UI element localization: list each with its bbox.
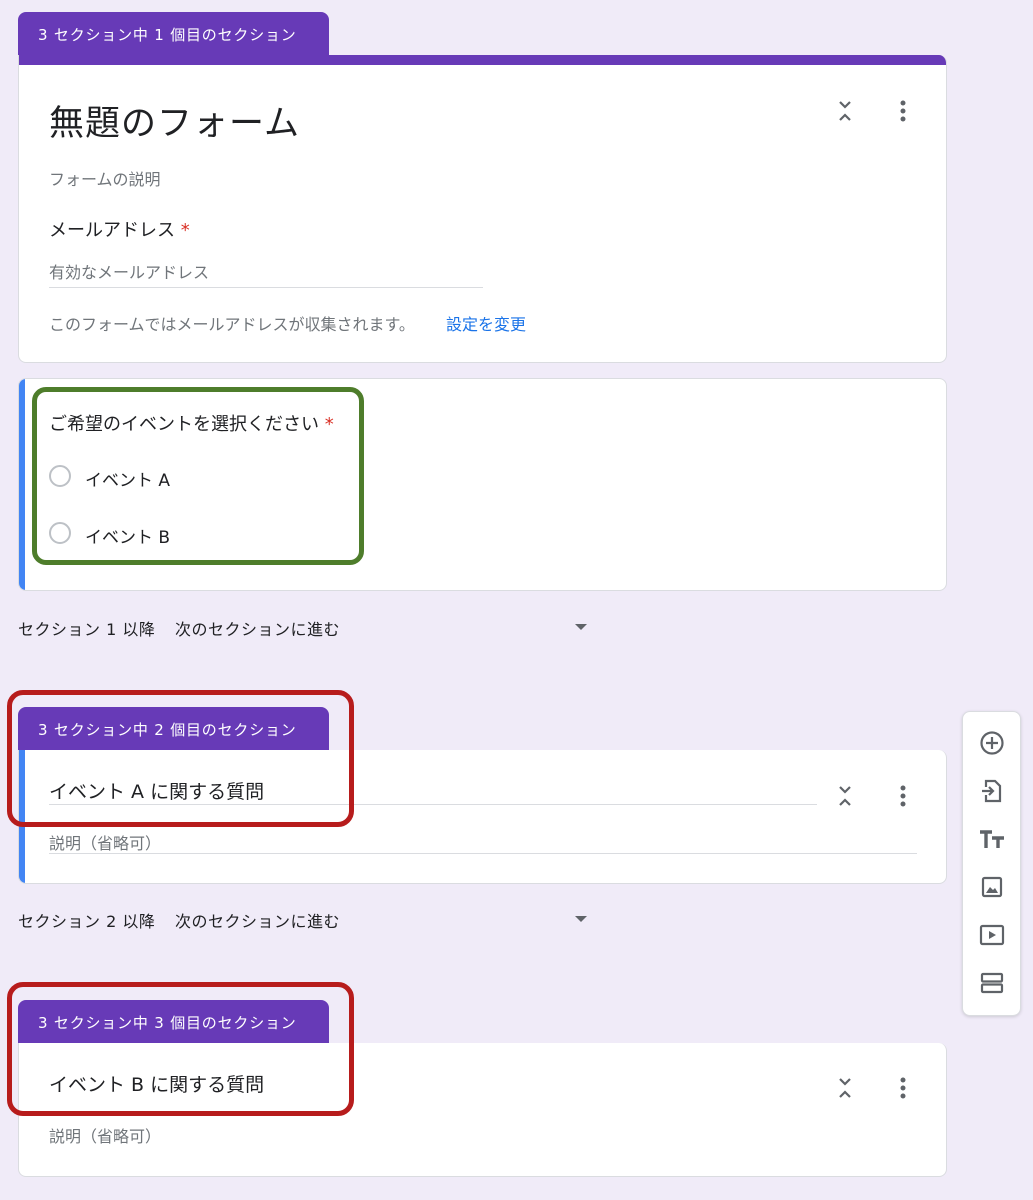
add-video-button[interactable] bbox=[978, 921, 1006, 949]
collapse-icon bbox=[839, 786, 851, 806]
form-title[interactable]: 無題のフォーム bbox=[49, 95, 300, 146]
section-1-tab: 3 セクション中 1 個目のセクション bbox=[18, 12, 329, 57]
section-3-highlight-box bbox=[7, 982, 354, 1116]
theme-color-bar bbox=[19, 55, 946, 65]
floating-toolbar bbox=[962, 711, 1021, 1016]
change-settings-link[interactable]: 設定を変更 bbox=[446, 311, 526, 335]
email-input[interactable]: 有効なメールアドレス bbox=[49, 259, 209, 283]
form-description-input[interactable]: フォームの説明 bbox=[49, 166, 161, 190]
after-section-1-label: セクション 1 以降 bbox=[18, 620, 156, 639]
add-question-button[interactable] bbox=[978, 729, 1006, 757]
after-section-2-label: セクション 2 以降 bbox=[18, 912, 156, 931]
add-title-icon bbox=[980, 830, 1004, 848]
section-1-tab-label: 3 セクション中 1 個目のセクション bbox=[38, 26, 297, 44]
dropdown-arrow-icon[interactable] bbox=[575, 916, 587, 922]
import-questions-button[interactable] bbox=[978, 777, 1006, 805]
after-section-1-value: 次のセクションに進む bbox=[174, 620, 340, 639]
more-vert-icon bbox=[900, 1077, 906, 1099]
add-question-icon bbox=[980, 731, 1004, 755]
add-section-icon bbox=[980, 972, 1004, 994]
collapse-section-3-button[interactable] bbox=[831, 1074, 859, 1102]
collapse-section-1-button[interactable] bbox=[831, 97, 859, 125]
more-vert-icon bbox=[900, 100, 906, 122]
import-questions-icon bbox=[982, 779, 1002, 803]
more-vert-icon bbox=[900, 785, 906, 807]
email-label-text: メールアドレス bbox=[49, 220, 175, 241]
section-3-description-input[interactable]: 説明（省略可） bbox=[49, 1123, 161, 1147]
collapse-section-2-button[interactable] bbox=[831, 782, 859, 810]
after-section-2-value: 次のセクションに進む bbox=[174, 912, 340, 931]
add-video-icon bbox=[979, 924, 1005, 946]
section-2-highlight-box bbox=[7, 690, 354, 827]
required-mark: * bbox=[180, 220, 190, 241]
section-2-description-input[interactable]: 説明（省略可） bbox=[49, 830, 161, 854]
add-title-button[interactable] bbox=[978, 825, 1006, 853]
collapse-icon bbox=[839, 101, 851, 121]
section-1-header-card[interactable]: 無題のフォーム フォームの説明 メールアドレス * 有効なメールアドレス このフ… bbox=[18, 55, 947, 363]
question-highlight-box bbox=[32, 387, 364, 565]
add-image-button[interactable] bbox=[978, 873, 1006, 901]
email-question-label: メールアドレス * bbox=[49, 216, 190, 242]
add-image-icon bbox=[981, 876, 1003, 898]
email-collect-notice: このフォームではメールアドレスが収集されます。 bbox=[49, 315, 415, 334]
dropdown-arrow-icon[interactable] bbox=[575, 624, 587, 630]
collapse-icon bbox=[839, 1078, 851, 1098]
section-1-more-button[interactable] bbox=[889, 97, 917, 125]
after-section-1-selector[interactable]: セクション 1 以降 次のセクションに進む bbox=[18, 616, 340, 640]
add-section-button[interactable] bbox=[978, 969, 1006, 997]
section-2-more-button[interactable] bbox=[889, 782, 917, 810]
active-focus-bar bbox=[19, 379, 25, 590]
after-section-2-selector[interactable]: セクション 2 以降 次のセクションに進む bbox=[18, 908, 340, 932]
section-3-more-button[interactable] bbox=[889, 1074, 917, 1102]
email-input-underline bbox=[49, 287, 483, 288]
section-2-description-underline bbox=[49, 853, 917, 854]
